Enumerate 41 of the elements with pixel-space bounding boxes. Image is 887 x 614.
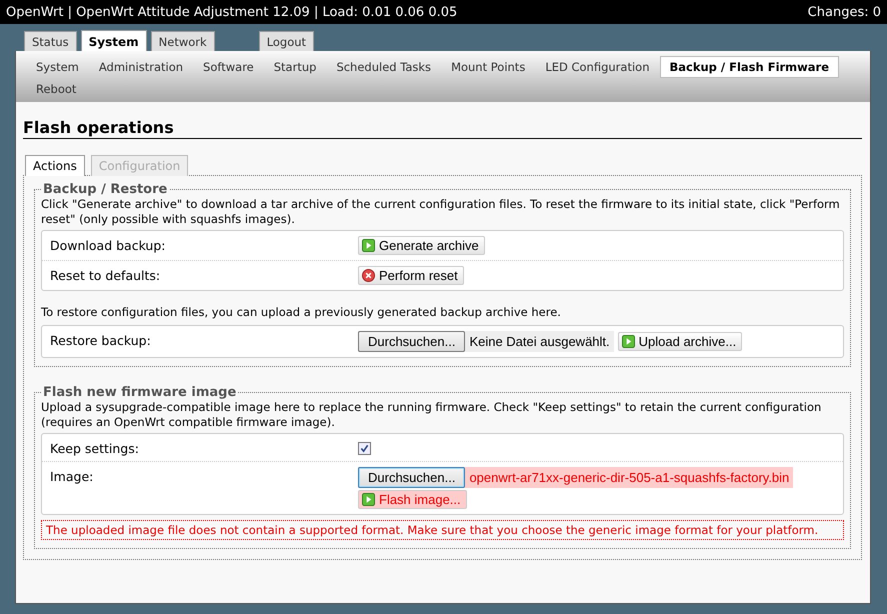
sub-tab[interactable]: Backup / Flash Firmware xyxy=(660,56,840,78)
main-tab[interactable]: Status xyxy=(24,31,77,51)
section-tab[interactable]: Actions xyxy=(25,155,85,176)
page-title: Flash operations xyxy=(23,118,862,139)
section-legend: Flash new firmware image xyxy=(41,385,238,400)
sub-tab[interactable]: Mount Points xyxy=(441,56,536,78)
browse-button[interactable]: Durchsuchen... xyxy=(358,331,466,352)
cross-circle-icon xyxy=(362,269,375,282)
error-message: The uploaded image file does not contain a supported format. Make sure that you choose the generic image format for your platform. xyxy=(41,520,844,540)
main-tab[interactable]: Network xyxy=(150,31,215,51)
sub-tab[interactable]: Scheduled Tasks xyxy=(326,56,442,78)
action-button[interactable]: Generate archive xyxy=(358,236,485,255)
main-tab[interactable]: System xyxy=(80,30,147,51)
sub-tab[interactable]: System xyxy=(26,56,89,78)
sub-tab[interactable]: LED Configuration xyxy=(535,56,660,78)
section-description: Upload a sysupgrade-compatible image here to replace the running firmware. Check "Keep settings" to retain the current configuration (requires an OpenWrt compatible firmware image). xyxy=(41,400,822,430)
sub-tab[interactable]: Administration xyxy=(88,56,194,78)
restore-note: To restore configuration files, you can upload a previously generated backup archive here. xyxy=(41,305,562,320)
browse-button[interactable]: Durchsuchen... xyxy=(358,467,466,488)
option-label: Download backup: xyxy=(50,237,166,255)
option-label: Restore backup: xyxy=(50,332,152,350)
keep-settings-checkbox[interactable] xyxy=(358,442,371,455)
option-label: Image: xyxy=(50,468,94,486)
sub-tab[interactable]: Startup xyxy=(264,56,326,78)
option-label: Keep settings: xyxy=(50,440,140,456)
reset-button[interactable]: Perform reset xyxy=(358,266,464,285)
changes-counter[interactable]: Changes: 0 xyxy=(808,4,881,20)
upload-button[interactable]: Upload archive... xyxy=(618,332,742,351)
image-file-field[interactable]: Durchsuchen... openwrt-ar71xx-generic-dir-505-a1-squashfs-factory.bin xyxy=(358,467,794,488)
play-icon xyxy=(362,239,375,252)
header-title: OpenWrt | OpenWrt Attitude Adjustment 12.09 | Load: 0.01 0.06 0.05 xyxy=(6,4,458,20)
section-legend: Backup / Restore xyxy=(41,182,170,197)
logout-tab[interactable]: Logout xyxy=(258,31,314,51)
play-icon xyxy=(362,493,375,506)
file-name: openwrt-ar71xx-generic-dir-505-a1-squashfs-factory.bin xyxy=(468,470,790,485)
sub-tab[interactable]: Reboot xyxy=(26,78,86,100)
option-label: Reset to defaults: xyxy=(50,267,162,285)
play-icon xyxy=(622,335,635,348)
sub-tab[interactable]: Software xyxy=(193,56,264,78)
file-status: Keine Datei ausgewählt. xyxy=(468,334,611,349)
section-description: Click "Generate archive" to download a tar archive of the current configuration files. To reset the firmware to its initial state, click "Perform reset" (only possible with squashfs images). xyxy=(41,197,841,227)
